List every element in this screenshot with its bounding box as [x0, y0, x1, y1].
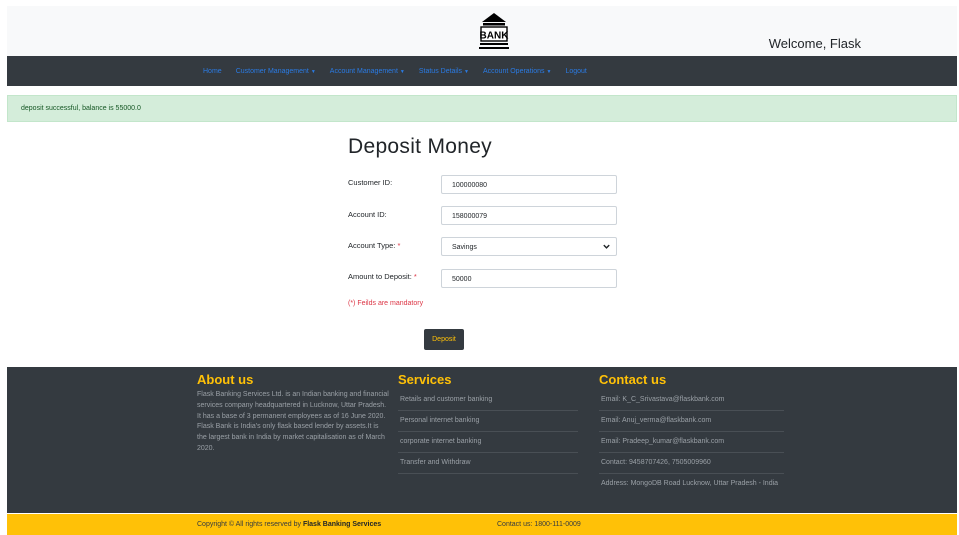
account-type-select[interactable]: Savings [441, 237, 617, 256]
footer-about: About us Flask Banking Services Ltd. is … [197, 372, 389, 455]
contact-email[interactable]: Email: K_C_Srivastava@flaskbank.com [599, 390, 784, 411]
success-alert: deposit successful, balance is 55000.0 [7, 95, 957, 122]
alert-message: deposit successful, balance is 55000.0 [21, 105, 141, 112]
required-marker: * [413, 272, 417, 281]
service-item[interactable]: Transfer and Withdraw [398, 453, 578, 474]
amount-value: 50000 [452, 276, 472, 283]
mandatory-note: (*) Feilds are mandatory [348, 300, 424, 307]
footer-services: Services Retails and customer banking Pe… [398, 372, 578, 474]
nav-home[interactable]: Home [203, 68, 222, 75]
caret-down-icon: ▼ [546, 68, 552, 75]
nav-customer-management[interactable]: Customer Management ▼ [236, 68, 316, 75]
top-header: BANK Welcome, Flask [7, 6, 957, 56]
page-title: Deposit Money [348, 135, 492, 158]
deposit-button[interactable]: Deposit [424, 329, 464, 350]
account-id-value: 158000079 [452, 213, 488, 220]
nav-logout[interactable]: Logout [565, 68, 586, 75]
account-type-value: Savings [452, 244, 477, 251]
about-text: Flask Banking Services Ltd. is an Indian… [197, 391, 389, 452]
caret-down-icon: ▼ [464, 68, 469, 75]
logo-text: BANK [480, 31, 509, 42]
nav-status-details[interactable]: Status Details ▼ [419, 68, 469, 75]
copyright-text: Copyright © All rights reserved by Flask… [197, 521, 382, 528]
account-id-field[interactable]: 158000079 [441, 206, 617, 225]
contact-email[interactable]: Email: Pradeep_kumar@flaskbank.com [599, 432, 784, 453]
required-marker: * [397, 241, 401, 250]
nav-account-management[interactable]: Account Management ▼ [330, 68, 405, 75]
chevron-down-icon [603, 244, 610, 249]
caret-down-icon: ▼ [310, 68, 316, 75]
account-type-label: Account Type: * [348, 241, 401, 250]
account-id-label: Account ID: [348, 210, 387, 219]
service-item[interactable]: Retails and customer banking [398, 390, 578, 411]
footer: About us Flask Banking Services Ltd. is … [7, 367, 957, 513]
copyright-contact: Contact us: 1800-111-0009 [497, 521, 581, 528]
bank-logo-icon[interactable]: BANK [479, 11, 509, 51]
amount-field[interactable]: 50000 [441, 269, 617, 288]
copyright-brand: Flask Banking Services [302, 521, 382, 528]
contact-heading: Contact us [599, 372, 667, 387]
contact-address: Address: MongoDB Road Lucknow, Uttar Pra… [601, 480, 779, 487]
customer-id-field[interactable]: 100000080 [441, 175, 617, 194]
welcome-message: Welcome, Flask [768, 36, 861, 51]
footer-contact: Contact us Email: K_C_Srivastava@flaskba… [599, 372, 784, 496]
services-heading: Services [398, 372, 452, 387]
nav-list: Home Customer Management ▼ Account Manage… [203, 56, 601, 86]
contact-phone: Contact: 9458707426, 7505009960 [599, 453, 784, 474]
customer-id-value: 100000080 [452, 182, 488, 189]
contact-email[interactable]: Email: Anuj_verma@flaskbank.com [599, 411, 784, 432]
main-navbar: Home Customer Management ▼ Account Manage… [7, 56, 957, 86]
service-item[interactable]: corporate internet banking [398, 432, 578, 453]
nav-account-operations[interactable]: Account Operations ▼ [483, 68, 551, 75]
customer-id-label: Customer ID: [348, 178, 393, 187]
copyright-bar: Copyright © All rights reserved by Flask… [7, 514, 957, 535]
amount-label: Amount to Deposit: * [348, 272, 417, 281]
about-heading: About us [197, 372, 254, 387]
service-item[interactable]: Personal internet banking [398, 411, 578, 432]
caret-down-icon: ▼ [399, 68, 405, 75]
